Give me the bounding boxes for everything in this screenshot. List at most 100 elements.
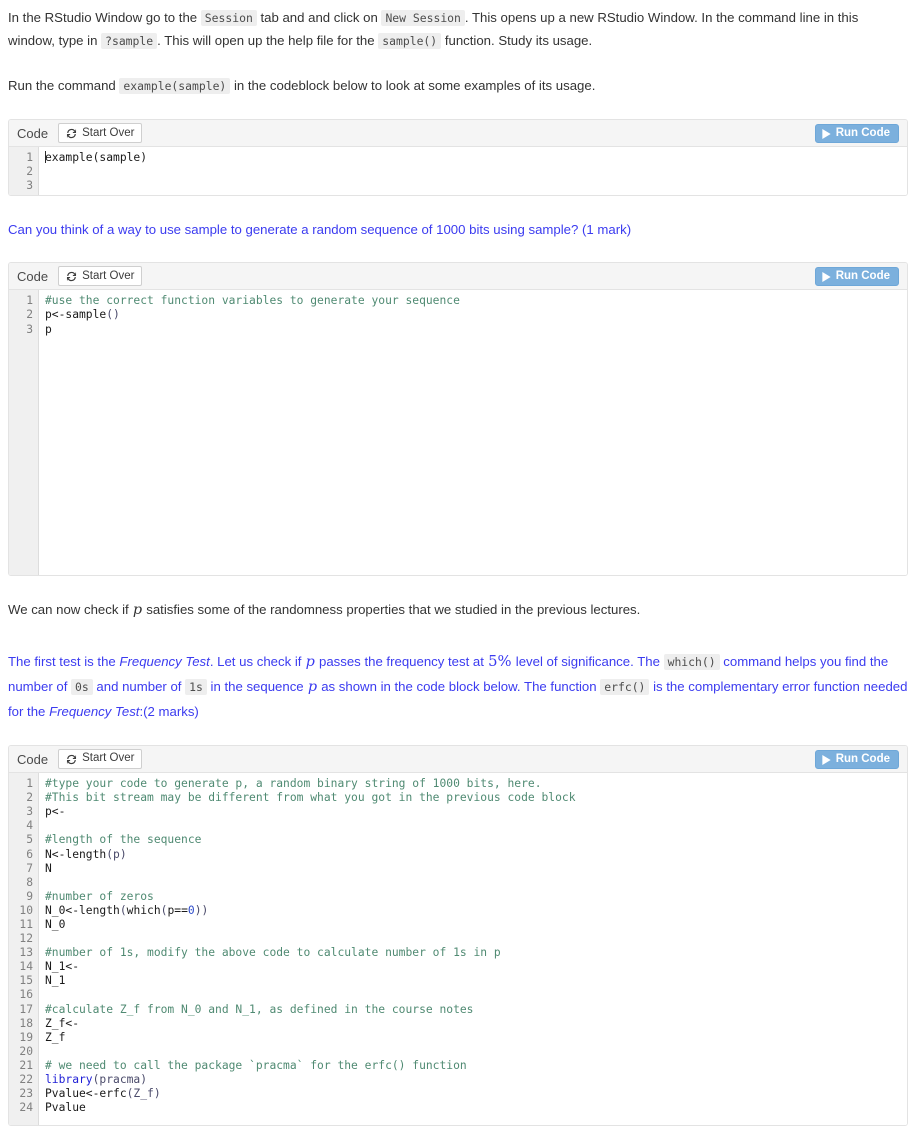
intro-paragraph-1: In the RStudio Window go to the Session … xyxy=(8,6,908,52)
start-over-button[interactable]: Start Over xyxy=(58,123,143,144)
line-number: 22 xyxy=(19,1073,33,1087)
play-icon xyxy=(822,128,831,139)
start-over-label: Start Over xyxy=(82,752,135,765)
q2-text-2: . Let us check if xyxy=(209,653,306,669)
code-line: #use the correct function variables to g… xyxy=(45,294,907,308)
line-number: 12 xyxy=(19,932,33,946)
q2-text-7: in the sequence xyxy=(206,678,308,694)
code-token: which xyxy=(126,903,161,917)
code-token: 0 xyxy=(187,903,195,917)
line-number-gutter-3: 1 2 3 4 5 6 7 8 9 10 11 12 13 14 15 16 17 18 19 20 21 22 23 24 xyxy=(9,773,39,1126)
start-over-button[interactable]: Start Over xyxy=(58,749,143,770)
run-code-button[interactable]: Run Code xyxy=(814,124,899,144)
run-code-button[interactable]: Run Code xyxy=(814,267,899,287)
code-line: Z_f<- xyxy=(45,1017,907,1031)
intro-paragraph-2: Run the command example(sample) in the c… xyxy=(8,74,908,97)
q2-emphasis-frequency-test-2: Frequency Test xyxy=(49,703,140,719)
code-token: library xyxy=(45,1073,93,1087)
code-line: p xyxy=(45,323,907,337)
code-token: )) xyxy=(194,903,209,917)
code-line: # we need to call the package `pracma` f… xyxy=(45,1059,907,1073)
question-2: The first test is the Frequency Test. Le… xyxy=(8,649,908,724)
line-number: 2 xyxy=(26,791,33,805)
code-token: #type your code to generate p, a random … xyxy=(45,777,542,791)
code-token: ( xyxy=(119,903,127,917)
code-token: #number of zeros xyxy=(45,889,154,903)
inline-code-ones: 1s xyxy=(185,678,207,695)
code-token: #calculate Z_f from N_0 and N_1, as defi… xyxy=(45,1002,474,1016)
intro-text-b: tab and and click on xyxy=(256,10,382,25)
code-line: #number of 1s, modify the above code to … xyxy=(45,946,907,960)
inline-code-which: which() xyxy=(663,653,720,670)
line-number: 8 xyxy=(26,875,33,889)
code-token: Z_f<- xyxy=(45,1016,80,1030)
code-token: N_1<- xyxy=(45,960,80,974)
q2-text-10: :(2 marks) xyxy=(139,703,199,719)
start-over-button[interactable]: Start Over xyxy=(58,266,143,287)
start-over-label: Start Over xyxy=(82,126,135,139)
line-number: 10 xyxy=(19,903,33,917)
code-content-3[interactable]: #type your code to generate p, a random … xyxy=(39,773,907,1125)
intro-text-e: function. Study its usage. xyxy=(441,33,593,49)
line-number: 3 xyxy=(26,322,33,336)
code-token: Pvalue xyxy=(45,1101,86,1115)
run-code-button[interactable]: Run Code xyxy=(814,750,899,770)
code-line: p<- xyxy=(45,805,907,819)
code-line: #calculate Z_f from N_0 and N_1, as defi… xyxy=(45,1003,907,1017)
code-token: p xyxy=(45,322,52,336)
line-number: 14 xyxy=(19,960,33,974)
math-var-p: p xyxy=(305,653,315,670)
code-line: N_1 xyxy=(45,974,907,988)
code-line: N_1<- xyxy=(45,960,907,974)
code-content-2[interactable]: #use the correct function variables to g… xyxy=(39,290,907,575)
run-code-label: Run Code xyxy=(835,752,890,765)
line-number: 9 xyxy=(26,889,33,903)
line-number: 19 xyxy=(19,1030,33,1044)
line-number: 17 xyxy=(19,1002,33,1016)
code-token: #This bit stream may be different from w… xyxy=(45,791,576,805)
refresh-icon xyxy=(66,128,77,139)
code-line: #type your code to generate p, a random … xyxy=(45,777,907,791)
code-line: N xyxy=(45,862,907,876)
math-five-percent: 5% xyxy=(488,652,512,670)
code-line: p<-sample() xyxy=(45,308,907,322)
mid-text-b: satisfies some of the randomness propert… xyxy=(142,602,641,618)
code-line: #length of the sequence xyxy=(45,833,907,847)
q2-text-3: passes the frequency test at xyxy=(315,653,488,669)
question-1-text: Can you think of a way to use sample to … xyxy=(8,222,632,238)
mid-text-a: We can now check if xyxy=(8,602,133,618)
code-editor-3[interactable]: 1 2 3 4 5 6 7 8 9 10 11 12 13 14 15 16 17 18 19 20 21 22 23 24 … xyxy=(9,773,907,1126)
question-1: Can you think of a way to use sample to … xyxy=(8,218,908,241)
start-over-label: Start Over xyxy=(82,269,135,282)
intro-text-a: In the RStudio Window go to the xyxy=(8,10,201,25)
inline-code-qsample: ?sample xyxy=(101,33,158,50)
q2-text-4: level of significance. The xyxy=(512,653,664,669)
line-number: 23 xyxy=(19,1087,33,1101)
code-token: (p) xyxy=(106,847,127,861)
inline-code-example-sample: example(sample) xyxy=(119,78,231,95)
code-content-1[interactable]: example(sample) xyxy=(39,147,907,195)
code-token: N_0<-length xyxy=(45,903,120,917)
run-code-label: Run Code xyxy=(835,270,890,283)
code-token: N_0 xyxy=(45,918,66,932)
line-number: 21 xyxy=(19,1058,33,1072)
code-token: #use the correct function variables to g… xyxy=(45,294,460,308)
inline-code-new-session: New Session xyxy=(381,10,465,26)
q2-text-1: The first test is the xyxy=(8,653,120,669)
code-line: N<-length(p) xyxy=(45,848,907,862)
code-token: Z_f xyxy=(45,1030,66,1044)
code-token: N xyxy=(45,861,52,875)
code-line: Pvalue<-erfc(Z_f) xyxy=(45,1087,907,1101)
code-token: () xyxy=(106,308,120,322)
line-number: 18 xyxy=(19,1016,33,1030)
code-editor-2[interactable]: 123 #use the correct function variables … xyxy=(9,290,907,576)
mid-paragraph: We can now check if p satisfies some of … xyxy=(8,598,908,623)
q2-emphasis-frequency-test: Frequency Test xyxy=(119,653,210,669)
code-line: N_0 xyxy=(45,918,907,932)
code-editor-1[interactable]: 123 example(sample) xyxy=(9,147,907,196)
